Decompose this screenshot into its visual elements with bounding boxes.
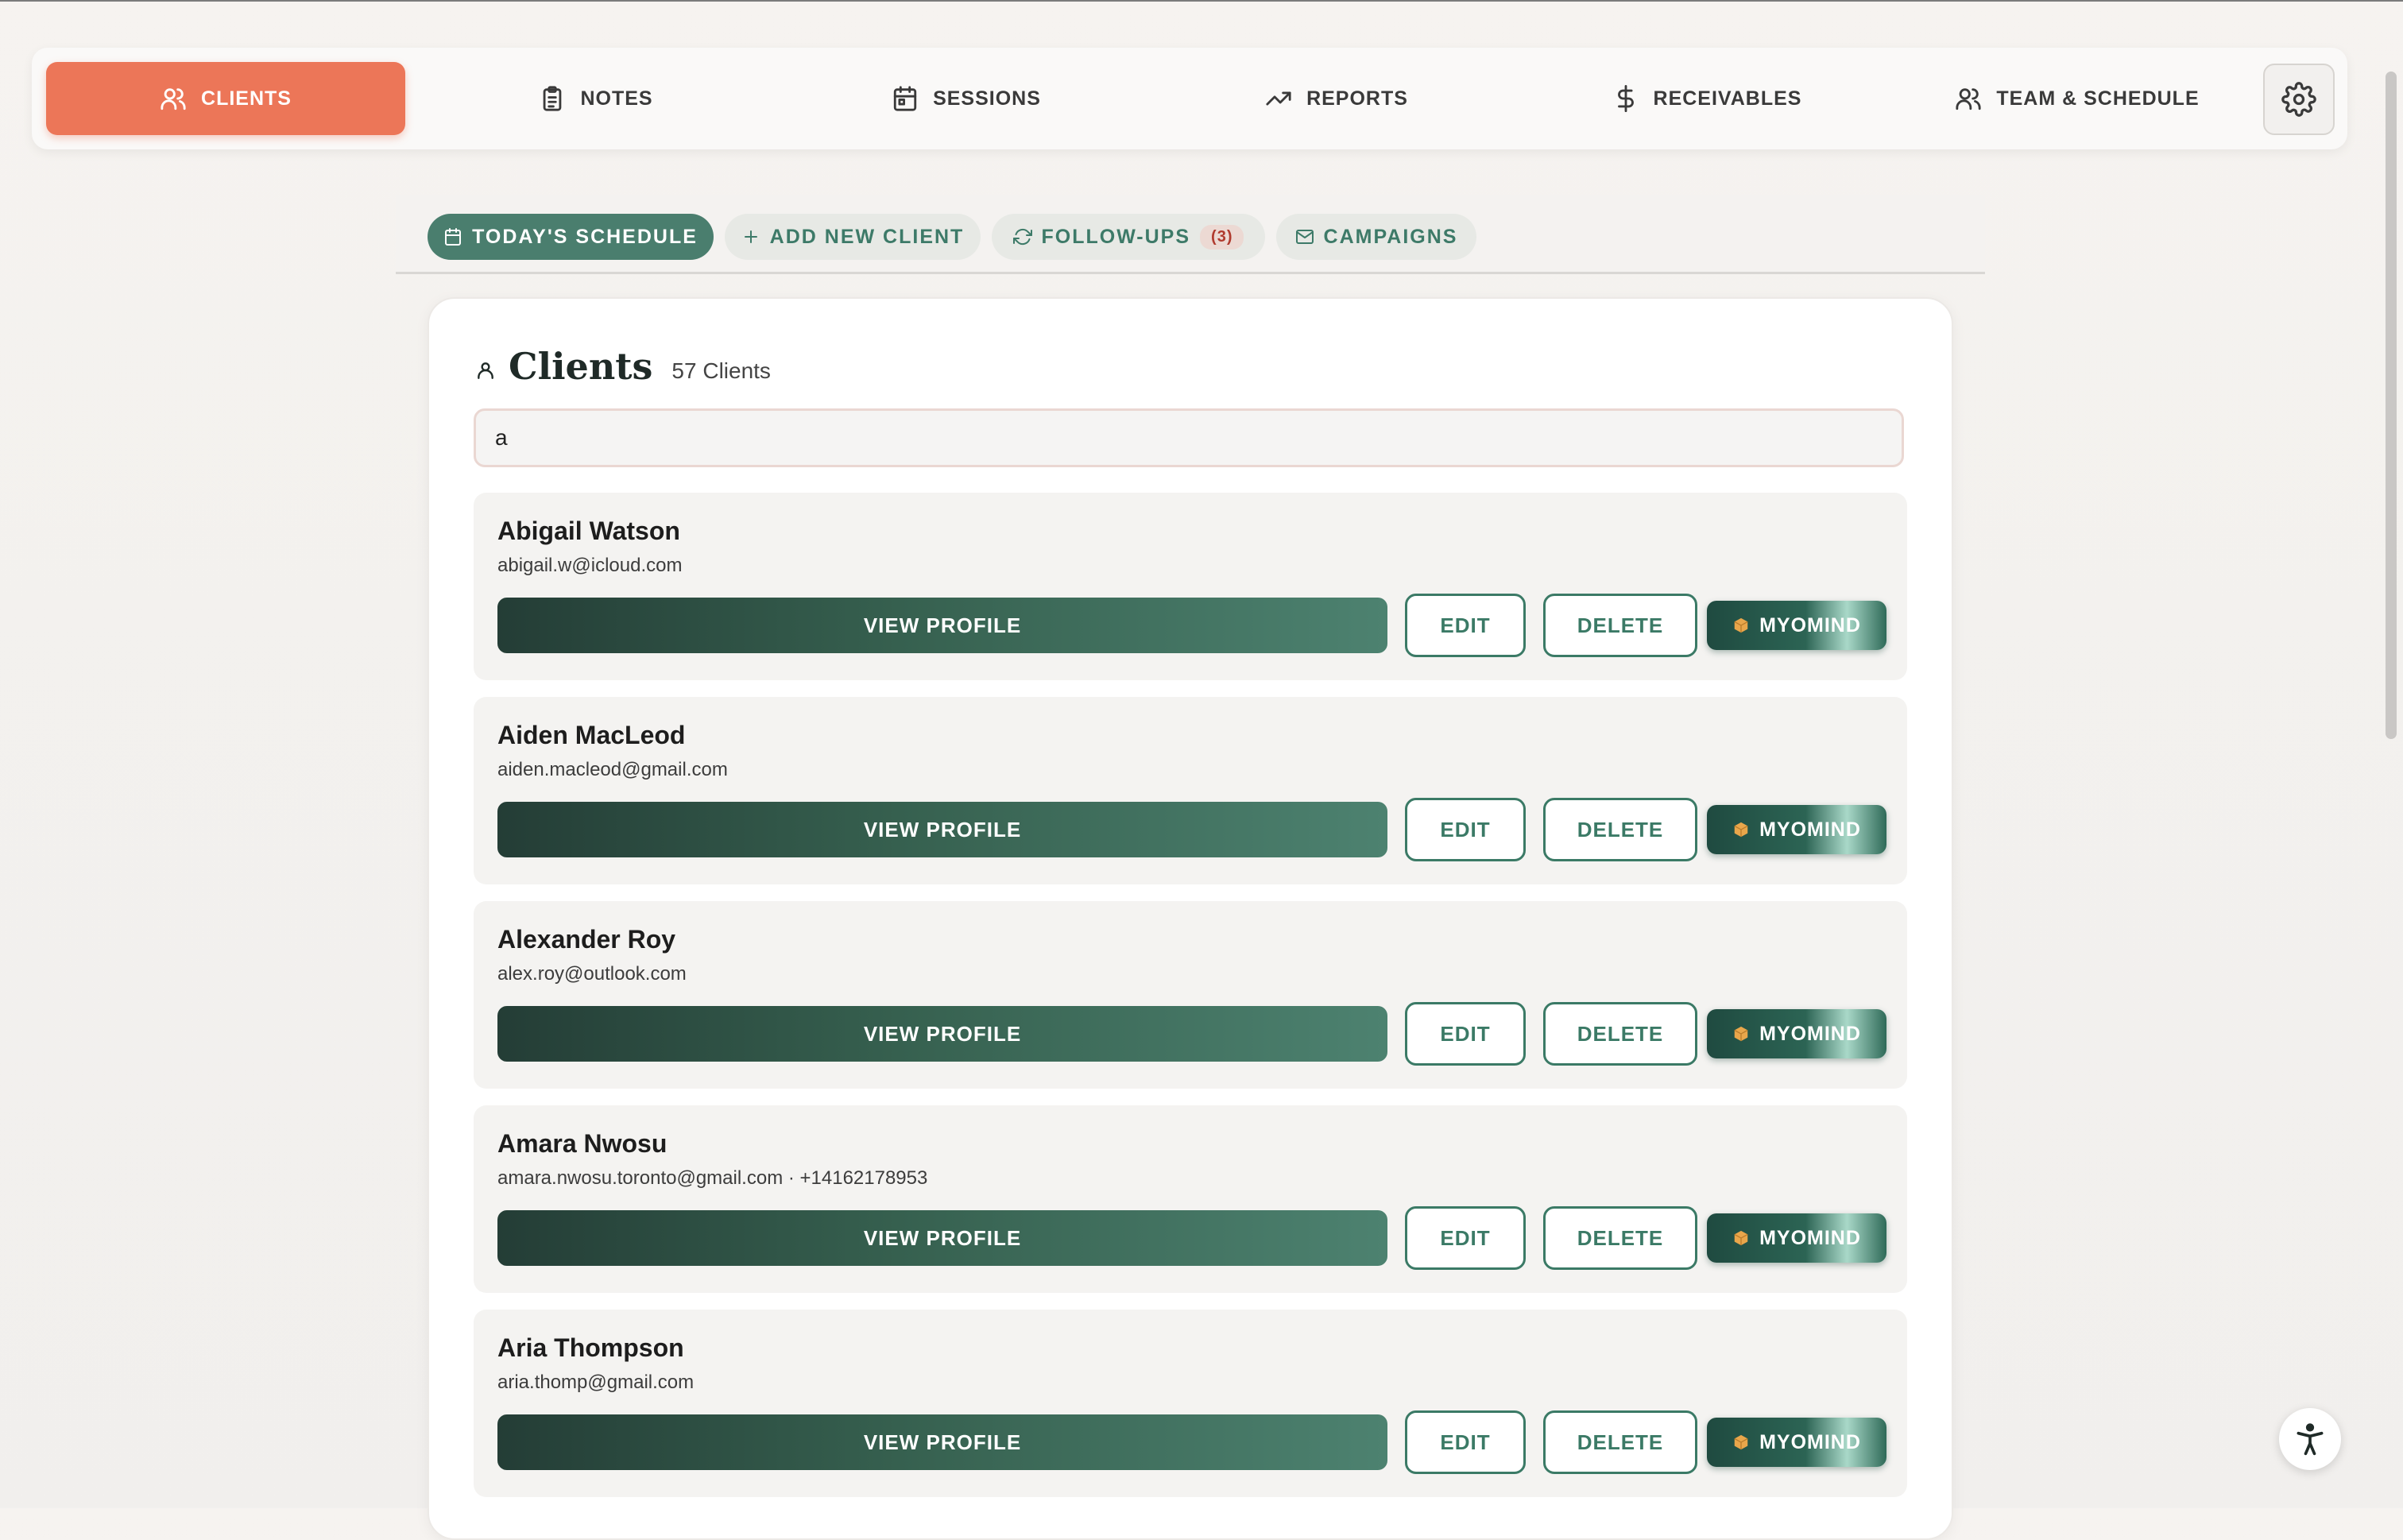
clients-panel: Clients 57 Clients Abigail Watson abigai… (428, 297, 1953, 1540)
nav-tab-label: SESSIONS (933, 87, 1041, 110)
view-profile-button[interactable]: VIEW PROFILE (497, 598, 1387, 653)
user-icon (478, 362, 493, 379)
client-subtabs: TODAY'S SCHEDULE ADD NEW CLIENT FOLLOW-U… (396, 195, 1985, 274)
myomind-label: MYOMIND (1759, 1430, 1861, 1453)
add-new-client-label: ADD NEW CLIENT (769, 225, 965, 248)
client-contact: alex.roy@outlook.com (497, 963, 687, 985)
view-profile-button[interactable]: VIEW PROFILE (497, 802, 1387, 857)
edit-button[interactable]: EDIT (1405, 1002, 1526, 1066)
todays-schedule-label: TODAY'S SCHEDULE (472, 225, 698, 248)
nav-tab-label: TEAM & SCHEDULE (1996, 87, 2200, 110)
delete-button[interactable]: DELETE (1543, 594, 1697, 657)
client-contact: aria.thomp@gmail.com (497, 1372, 695, 1393)
edit-button[interactable]: EDIT (1405, 798, 1526, 861)
myomind-button[interactable]: MYOMIND (1707, 1009, 1886, 1058)
cube-icon (1734, 822, 1748, 838)
client-row: Aiden MacLeod aiden.macleod@gmail.com VI… (474, 697, 1907, 884)
delete-button[interactable]: DELETE (1543, 1206, 1697, 1270)
view-profile-button[interactable]: VIEW PROFILE (497, 1414, 1387, 1470)
add-new-client-tab[interactable]: ADD NEW CLIENT (725, 214, 981, 260)
follow-ups-tab[interactable]: FOLLOW-UPS (3) (992, 214, 1265, 260)
delete-button[interactable]: DELETE (1543, 1002, 1697, 1066)
delete-button[interactable]: DELETE (1543, 798, 1697, 861)
myomind-button[interactable]: MYOMIND (1707, 805, 1886, 854)
client-name: Aiden MacLeod (497, 721, 686, 749)
edit-button[interactable]: EDIT (1405, 1410, 1526, 1474)
nav-tab-label: RECEIVABLES (1653, 87, 1802, 110)
nav-tab-team-schedule[interactable]: TEAM & SCHEDULE (1898, 62, 2257, 135)
settings-button[interactable] (2263, 64, 2335, 135)
client-contact: amara.nwosu.toronto@gmail.com · +1416217… (497, 1167, 928, 1189)
client-name: Aria Thompson (497, 1333, 684, 1362)
page-scrollbar-thumb[interactable] (2386, 72, 2397, 739)
nav-tab-clients[interactable]: CLIENTS (46, 62, 405, 135)
nav-tab-receivables[interactable]: RECEIVABLES (1527, 62, 1886, 135)
myomind-label: MYOMIND (1759, 818, 1861, 841)
nav-tab-notes[interactable]: NOTES (416, 62, 776, 135)
refresh-icon (1012, 228, 1032, 246)
nav-tab-label: NOTES (580, 87, 653, 110)
mail-icon (1295, 230, 1314, 244)
gear-icon (2281, 82, 2316, 117)
todays-schedule-tab[interactable]: TODAY'S SCHEDULE (428, 214, 714, 260)
client-contact: aiden.macleod@gmail.com (497, 759, 728, 780)
cube-icon (1734, 1026, 1748, 1042)
follow-ups-label: FOLLOW-UPS (1041, 225, 1191, 248)
myomind-label: MYOMIND (1759, 613, 1861, 637)
client-row: Aria Thompson aria.thomp@gmail.com VIEW … (474, 1310, 1907, 1497)
view-profile-button[interactable]: VIEW PROFILE (497, 1210, 1387, 1266)
client-name: Alexander Roy (497, 925, 676, 954)
view-profile-button[interactable]: VIEW PROFILE (497, 1006, 1387, 1062)
trending-up-icon (1266, 91, 1291, 106)
dollar-icon (1617, 85, 1634, 112)
client-row: Abigail Watson abigail.w@icloud.com VIEW… (474, 493, 1907, 680)
myomind-label: MYOMIND (1759, 1022, 1861, 1045)
clients-count: 57 Clients (671, 358, 771, 383)
edit-button[interactable]: EDIT (1405, 594, 1526, 657)
myomind-label: MYOMIND (1759, 1226, 1861, 1249)
cube-icon (1734, 617, 1748, 633)
cube-icon (1734, 1434, 1748, 1450)
myomind-button[interactable]: MYOMIND (1707, 1418, 1886, 1467)
myomind-button[interactable]: MYOMIND (1707, 601, 1886, 650)
nav-tab-label: REPORTS (1306, 87, 1408, 110)
team-icon (1956, 88, 1981, 110)
client-name: Abigail Watson (497, 517, 680, 545)
top-navigation: CLIENTS NOTES SESSIONS REPORTS RECEIVABL… (32, 48, 2347, 149)
page-title: Clients (509, 345, 653, 388)
plus-icon (744, 230, 757, 243)
cube-icon (1734, 1230, 1748, 1246)
clipboard-icon (544, 86, 562, 111)
campaigns-tab[interactable]: CAMPAIGNS (1276, 214, 1476, 260)
client-row: Amara Nwosu amara.nwosu.toronto@gmail.co… (474, 1105, 1907, 1293)
window-top-border (0, 0, 2403, 2)
client-name: Amara Nwosu (497, 1129, 668, 1158)
calendar-icon (445, 228, 462, 246)
client-row: Alexander Roy alex.roy@outlook.com VIEW … (474, 901, 1907, 1089)
myomind-button[interactable]: MYOMIND (1707, 1213, 1886, 1263)
edit-button[interactable]: EDIT (1405, 1206, 1526, 1270)
client-contact: abigail.w@icloud.com (497, 555, 683, 576)
accessibility-icon (2297, 1423, 2324, 1456)
campaigns-label: CAMPAIGNS (1323, 225, 1458, 248)
nav-tab-reports[interactable]: REPORTS (1157, 62, 1516, 135)
calendar-icon (893, 86, 917, 111)
client-search-input[interactable] (474, 408, 1904, 467)
delete-button[interactable]: DELETE (1543, 1410, 1697, 1474)
nav-tab-sessions[interactable]: SESSIONS (787, 62, 1146, 135)
nav-tab-label: CLIENTS (201, 87, 292, 110)
follow-ups-count-badge: (3) (1200, 224, 1244, 250)
accessibility-button[interactable] (2279, 1408, 2341, 1470)
users-icon (161, 88, 186, 110)
clients-header: Clients 57 Clients (475, 345, 771, 388)
